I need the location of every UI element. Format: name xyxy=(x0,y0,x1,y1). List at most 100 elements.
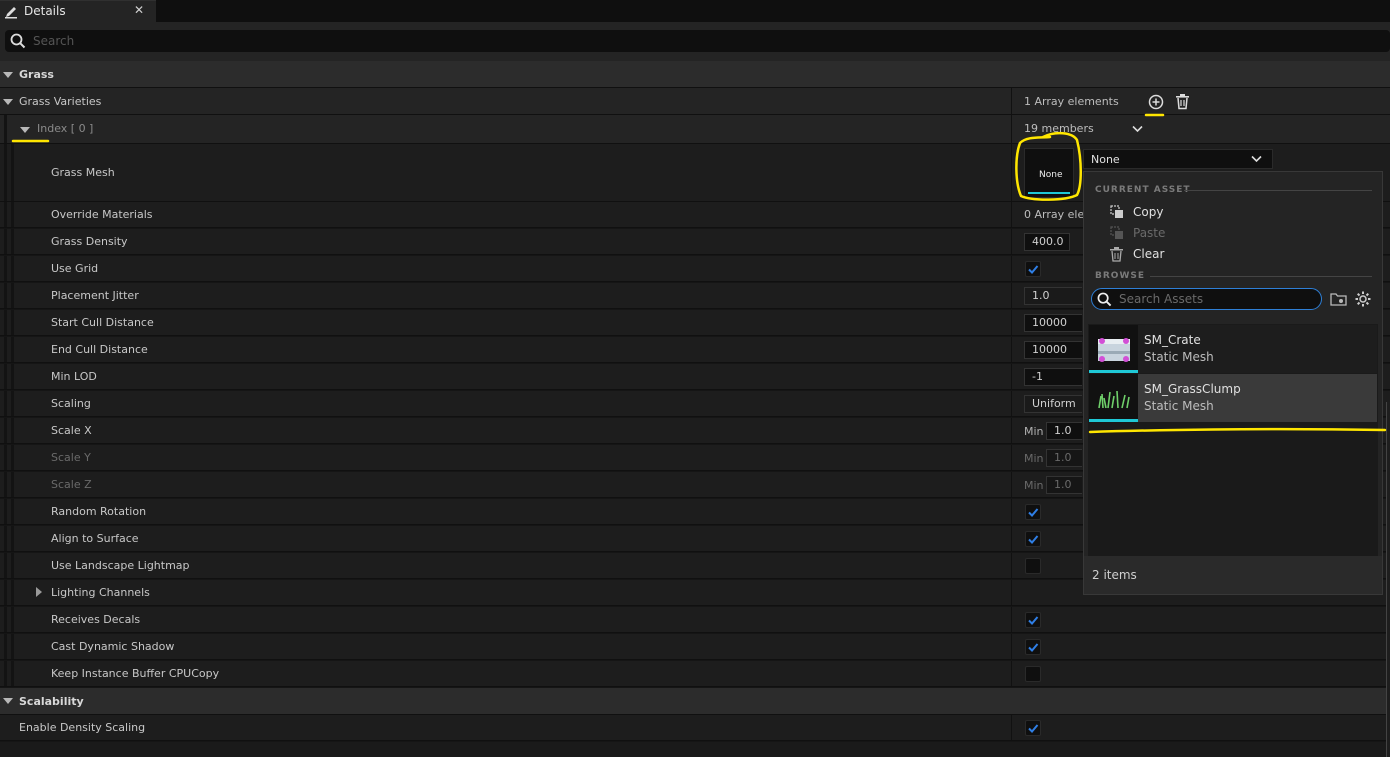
asset-tile-sm-grassclump[interactable]: SM_GrassClump Static Mesh xyxy=(1089,374,1377,422)
indent-guide xyxy=(11,256,14,281)
index-row[interactable]: Index [ 0 ] 19 members xyxy=(0,115,1390,144)
asset-name: SM_GrassClump xyxy=(1144,382,1241,396)
column-splitter[interactable] xyxy=(1011,337,1012,362)
collapse-arrow-icon[interactable] xyxy=(3,72,13,78)
property-label: Use Grid xyxy=(51,262,99,275)
cast-dynamic-shadow-checkbox[interactable] xyxy=(1025,639,1041,655)
column-splitter[interactable] xyxy=(1011,88,1012,114)
folder-icon[interactable] xyxy=(1330,292,1347,306)
receives-decals-checkbox[interactable] xyxy=(1025,612,1041,628)
column-splitter[interactable] xyxy=(1011,607,1012,632)
checkmark-icon xyxy=(1028,616,1039,625)
column-splitter[interactable] xyxy=(1011,391,1012,416)
column-splitter[interactable] xyxy=(1011,418,1012,443)
column-splitter[interactable] xyxy=(1011,364,1012,389)
expand-arrow-icon[interactable] xyxy=(36,587,42,597)
property-label: Lighting Channels xyxy=(51,586,150,599)
column-splitter[interactable] xyxy=(1011,634,1012,659)
search-input[interactable]: Search xyxy=(5,30,1390,52)
column-splitter[interactable] xyxy=(1011,445,1012,470)
indent-guide xyxy=(4,337,7,362)
indent-guide xyxy=(11,661,14,686)
array-count: 1 Array elements xyxy=(1024,95,1119,108)
gear-icon[interactable] xyxy=(1355,291,1371,307)
column-splitter[interactable] xyxy=(1011,526,1012,551)
asset-type: Static Mesh xyxy=(1144,399,1214,413)
indent-guide xyxy=(4,580,7,605)
indent-guide xyxy=(11,229,14,254)
align-to-surface-checkbox[interactable] xyxy=(1025,531,1041,547)
column-splitter[interactable] xyxy=(1011,472,1012,497)
column-splitter[interactable] xyxy=(1011,499,1012,524)
property-label: Scale Z xyxy=(51,478,92,491)
grass-varieties-row[interactable]: Grass Varieties 1 Array elements xyxy=(0,88,1390,115)
asset-search-placeholder: Search Assets xyxy=(1119,292,1204,306)
indent-guide xyxy=(11,634,14,659)
indent-guide xyxy=(11,283,14,308)
browse-heading: BROWSE xyxy=(1095,271,1145,281)
category-scalability[interactable]: Scalability xyxy=(0,688,1390,715)
grass-density-input[interactable]: 400.0 xyxy=(1024,233,1070,251)
column-splitter[interactable] xyxy=(1011,661,1012,686)
column-splitter[interactable] xyxy=(1011,202,1012,227)
enable-density-scaling-checkbox[interactable] xyxy=(1025,720,1041,736)
collapse-arrow-icon[interactable] xyxy=(20,127,30,133)
copy-menu-item[interactable]: Copy xyxy=(1104,204,1364,222)
category-grass[interactable]: Grass xyxy=(0,61,1390,88)
column-splitter[interactable] xyxy=(1011,310,1012,335)
scaling-dropdown[interactable]: Uniform xyxy=(1024,395,1082,413)
scrollbar[interactable] xyxy=(1386,402,1390,757)
min-label: Min xyxy=(1024,479,1044,492)
collapse-arrow-icon[interactable] xyxy=(3,698,13,704)
property-label: Keep Instance Buffer CPUCopy xyxy=(51,667,220,680)
close-icon[interactable]: ✕ xyxy=(134,3,144,17)
use-landscape-lightmap-checkbox[interactable] xyxy=(1025,558,1041,574)
add-element-icon[interactable] xyxy=(1148,94,1164,110)
min-lod-input[interactable]: -1 xyxy=(1024,368,1082,386)
column-splitter[interactable] xyxy=(1011,256,1012,281)
column-splitter[interactable] xyxy=(1011,115,1012,143)
start-cull-distance-input[interactable]: 10000 xyxy=(1024,314,1082,332)
min-label: Min xyxy=(1024,452,1044,465)
current-asset-heading: CURRENT ASSET xyxy=(1095,185,1191,195)
indent-guide xyxy=(11,472,14,497)
clear-menu-item[interactable]: Clear xyxy=(1104,246,1364,264)
indent-guide xyxy=(4,499,7,524)
separator xyxy=(1184,190,1372,191)
property-label: Scale X xyxy=(51,424,92,437)
item-count: 2 items xyxy=(1092,568,1137,582)
collapse-arrow-icon[interactable] xyxy=(3,99,13,105)
column-splitter[interactable] xyxy=(1011,144,1012,201)
random-rotation-checkbox[interactable] xyxy=(1025,504,1041,520)
indent-guide xyxy=(4,364,7,389)
placement-jitter-slider[interactable]: 1.0 xyxy=(1024,287,1082,305)
column-splitter[interactable] xyxy=(1011,715,1012,740)
column-splitter[interactable] xyxy=(1011,553,1012,578)
category-label: Scalability xyxy=(19,695,84,708)
asset-type: Static Mesh xyxy=(1144,350,1214,364)
scale-x-min-input[interactable]: 1.0 xyxy=(1046,422,1082,440)
use-grid-checkbox[interactable] xyxy=(1025,261,1041,277)
checkmark-icon xyxy=(1028,508,1039,517)
indent-guide xyxy=(4,661,7,686)
asset-tile-sm-crate[interactable]: SM_Crate Static Mesh xyxy=(1089,325,1377,373)
cast-dynamic-shadow-row: Cast Dynamic Shadow xyxy=(0,634,1390,660)
property-label: Use Landscape Lightmap xyxy=(51,559,190,572)
delete-all-icon[interactable] xyxy=(1175,93,1190,110)
tab-details[interactable]: Details ✕ xyxy=(0,0,156,22)
column-splitter[interactable] xyxy=(1011,580,1012,605)
keep-instance-buffer-checkbox[interactable] xyxy=(1025,666,1041,682)
column-splitter[interactable] xyxy=(1011,229,1012,254)
mesh-thumbnail[interactable]: None xyxy=(1024,148,1074,198)
indent-guide xyxy=(11,144,14,201)
asset-combo-button[interactable]: None xyxy=(1083,149,1273,169)
asset-search-input[interactable]: Search Assets xyxy=(1091,288,1322,310)
chevron-down-icon[interactable] xyxy=(1132,125,1143,133)
asset-name: SM_Crate xyxy=(1144,333,1201,347)
end-cull-distance-input[interactable]: 10000 xyxy=(1024,341,1082,359)
indent-guide xyxy=(4,526,7,551)
search-icon xyxy=(1097,292,1112,307)
asset-type-bar xyxy=(1089,370,1138,373)
column-splitter[interactable] xyxy=(1011,283,1012,308)
indent-guide xyxy=(4,472,7,497)
